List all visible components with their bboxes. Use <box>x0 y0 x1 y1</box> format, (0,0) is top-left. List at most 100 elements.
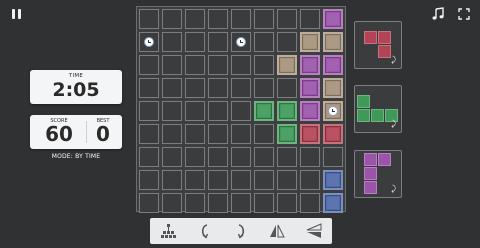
board-cell[interactable] <box>277 32 297 52</box>
board-cell[interactable] <box>254 170 274 190</box>
board-cell[interactable] <box>185 101 205 121</box>
placed-block <box>277 55 297 75</box>
board-cell[interactable] <box>162 9 182 29</box>
preview-piece-1[interactable]: ⤸ <box>354 21 402 69</box>
board-cell[interactable] <box>208 147 228 167</box>
board-cell[interactable] <box>208 193 228 213</box>
rotate-left-button[interactable] <box>193 221 217 241</box>
placed-block <box>323 9 343 29</box>
board-cell[interactable] <box>139 124 159 144</box>
board-cell[interactable] <box>254 55 274 75</box>
board-cell[interactable] <box>231 124 251 144</box>
placed-block <box>277 101 297 121</box>
time-value: 2:05 <box>52 79 100 101</box>
board-cell[interactable] <box>162 32 182 52</box>
rotate-indicator-icon: ⤸ <box>391 55 396 64</box>
board-cell[interactable] <box>139 193 159 213</box>
board-cell[interactable] <box>185 170 205 190</box>
board-cell[interactable] <box>162 55 182 75</box>
board-cell[interactable] <box>139 101 159 121</box>
board-cell[interactable] <box>277 9 297 29</box>
preview-block <box>378 31 391 44</box>
board-cell[interactable] <box>185 147 205 167</box>
preview-piece-2[interactable]: ⤸ <box>354 85 402 133</box>
board-cell[interactable] <box>162 170 182 190</box>
pause-button[interactable] <box>8 6 24 22</box>
board-cell[interactable] <box>208 78 228 98</box>
board-cell[interactable] <box>185 32 205 52</box>
clock-bonus-icon <box>236 37 246 47</box>
board-cell[interactable] <box>300 193 320 213</box>
board-cell[interactable] <box>208 32 228 52</box>
stack-button[interactable] <box>156 221 180 241</box>
board-cell[interactable] <box>231 170 251 190</box>
board-cell[interactable] <box>139 9 159 29</box>
board-cell[interactable] <box>300 170 320 190</box>
board-cell[interactable] <box>254 32 274 52</box>
fullscreen-button[interactable] <box>454 4 474 24</box>
board-cell[interactable] <box>208 101 228 121</box>
board-cell[interactable] <box>231 193 251 213</box>
rotate-left-icon <box>201 224 208 239</box>
board-cell[interactable] <box>254 78 274 98</box>
board-cell[interactable] <box>185 124 205 144</box>
board-cell[interactable] <box>139 78 159 98</box>
placed-block <box>300 124 320 144</box>
board-cell[interactable] <box>254 193 274 213</box>
mode-label: MODE: BY TIME <box>51 153 101 160</box>
board-cell[interactable] <box>185 9 205 29</box>
board-cell[interactable] <box>139 170 159 190</box>
placed-block <box>323 124 343 144</box>
board-cell[interactable] <box>162 193 182 213</box>
placed-block <box>254 101 274 121</box>
board-cell[interactable] <box>231 78 251 98</box>
preview-piece-3[interactable]: ⤸ <box>354 150 402 198</box>
board-cell[interactable] <box>208 9 228 29</box>
rotate-right-button[interactable] <box>229 221 253 241</box>
board-cell[interactable] <box>277 193 297 213</box>
board-cell[interactable] <box>300 9 320 29</box>
board-cell[interactable] <box>323 147 343 167</box>
rotate-indicator-icon: ⤸ <box>391 184 396 193</box>
stack-icon <box>161 224 177 238</box>
board-cell[interactable] <box>162 124 182 144</box>
board-cell[interactable] <box>162 101 182 121</box>
flip-vertical-button[interactable] <box>265 221 289 241</box>
board-cell[interactable] <box>208 55 228 75</box>
clock-bonus-icon <box>144 37 154 47</box>
flip-vertical-icon <box>270 224 286 238</box>
board-cell[interactable] <box>254 124 274 144</box>
game-board[interactable] <box>136 6 346 213</box>
board-cell[interactable] <box>139 55 159 75</box>
preview-block <box>378 153 391 166</box>
board-cell[interactable] <box>277 170 297 190</box>
music-button[interactable] <box>428 4 448 24</box>
board-cell[interactable] <box>254 9 274 29</box>
board-cell[interactable] <box>162 78 182 98</box>
placed-block <box>277 124 297 144</box>
board-cell[interactable] <box>277 147 297 167</box>
board-cell[interactable] <box>185 193 205 213</box>
placed-block <box>300 32 320 52</box>
pause-icon <box>11 9 15 19</box>
board-cell[interactable] <box>139 147 159 167</box>
board-cell[interactable] <box>185 55 205 75</box>
board-cell[interactable] <box>162 147 182 167</box>
board-cell[interactable] <box>231 9 251 29</box>
placed-block <box>323 78 343 98</box>
board-cell[interactable] <box>300 147 320 167</box>
board-cell[interactable] <box>231 147 251 167</box>
score-value: 60 <box>45 122 73 146</box>
preview-block <box>364 181 377 194</box>
board-cell[interactable] <box>231 101 251 121</box>
preview-block <box>357 109 370 122</box>
board-cell[interactable] <box>277 78 297 98</box>
placed-block <box>300 78 320 98</box>
board-cell[interactable] <box>208 170 228 190</box>
board-cell[interactable] <box>231 55 251 75</box>
flip-horizontal-button[interactable] <box>302 221 326 241</box>
board-cell[interactable] <box>254 147 274 167</box>
board-cell[interactable] <box>208 124 228 144</box>
fullscreen-icon <box>458 8 470 20</box>
board-cell[interactable] <box>185 78 205 98</box>
